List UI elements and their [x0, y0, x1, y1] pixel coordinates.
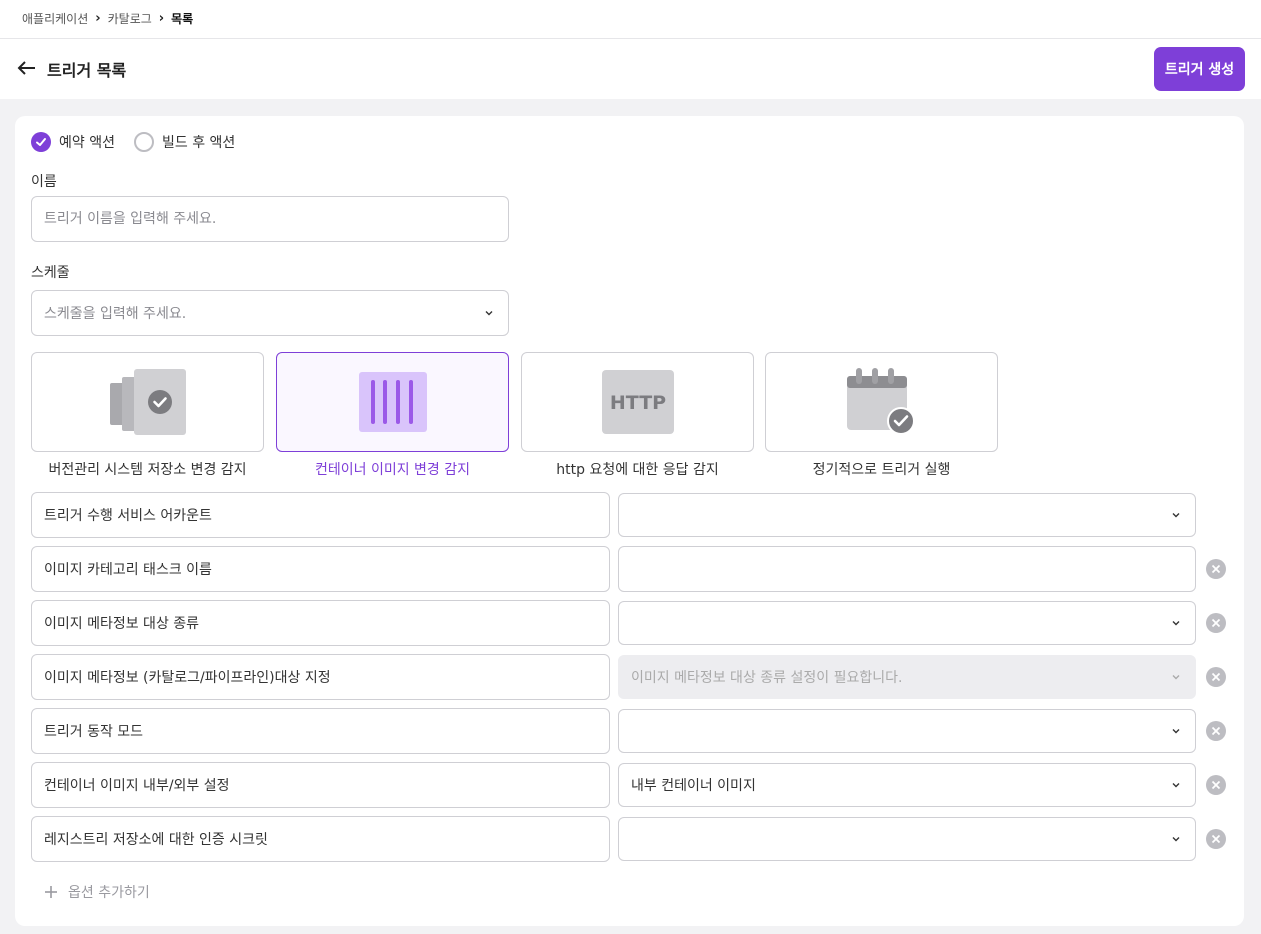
- chevron-down-icon: [1172, 621, 1180, 626]
- remove-option-icon[interactable]: [1206, 559, 1226, 579]
- option-label-trigger-mode: 트리거 동작 모드: [31, 708, 610, 754]
- remove-option-icon[interactable]: [1206, 613, 1226, 633]
- breadcrumb: 애플리케이션 › 카탈로그 › 목록: [22, 9, 193, 27]
- radio-checked-icon: [31, 132, 51, 152]
- option-label-registry-secret: 레지스트리 저장소에 대한 인증 시크릿: [31, 816, 610, 862]
- http-icon: HTTP: [601, 370, 674, 434]
- option-label-container-image-scope: 컨테이너 이미지 내부/외부 설정: [31, 762, 610, 808]
- radio-unchecked-icon: [134, 132, 154, 152]
- schedule-placeholder: 스케줄을 입력해 주세요.: [44, 306, 187, 322]
- trigger-name-input[interactable]: [31, 196, 509, 242]
- breadcrumb-current: 목록: [171, 11, 194, 26]
- radio-label: 예약 액션: [59, 135, 115, 151]
- remove-option-icon[interactable]: [1206, 829, 1226, 849]
- metadata-target-type-select[interactable]: [618, 601, 1196, 645]
- page-title: 트리거 목록: [47, 61, 127, 80]
- create-trigger-button[interactable]: 트리거 생성: [1154, 47, 1245, 91]
- category-task-name-input[interactable]: [618, 546, 1196, 592]
- trigger-mode-select[interactable]: [618, 709, 1196, 753]
- radio-scheduled-action[interactable]: 예약 액션: [31, 131, 115, 153]
- trigger-type-http[interactable]: HTTP: [521, 352, 754, 452]
- trigger-type-label: 정기적으로 트리거 실행: [812, 462, 951, 478]
- trigger-type-container-image[interactable]: [276, 352, 509, 452]
- schedule-label: 스케줄: [31, 265, 70, 281]
- radio-post-build-action[interactable]: 빌드 후 액션: [134, 131, 235, 153]
- header-divider: [0, 38, 1261, 39]
- repository-check-icon: [109, 369, 186, 435]
- plus-icon: [45, 886, 57, 898]
- option-label-metadata-target: 이미지 메타정보 (카탈로그/파이프라인)대상 지정: [31, 654, 610, 700]
- http-icon-text: HTTP: [609, 392, 665, 414]
- chevron-down-icon: [1172, 729, 1180, 734]
- chevron-right-icon: ›: [158, 10, 165, 26]
- option-label-metadata-target-type: 이미지 메타정보 대상 종류: [31, 600, 610, 646]
- trigger-type-label: 버전관리 시스템 저장소 변경 감지: [48, 462, 247, 478]
- chevron-down-icon: [1172, 837, 1180, 842]
- container-image-scope-value: 내부 컨테이너 이미지: [631, 778, 756, 794]
- remove-option-icon[interactable]: [1206, 775, 1226, 795]
- breadcrumb-item-catalog[interactable]: 카탈로그: [108, 10, 152, 27]
- chevron-down-icon: [485, 311, 493, 316]
- trigger-type-label: 컨테이너 이미지 변경 감지: [314, 462, 471, 478]
- chevron-down-icon: [1172, 675, 1180, 680]
- back-arrow-icon[interactable]: [17, 58, 37, 78]
- calendar-check-icon: [846, 368, 915, 435]
- trigger-type-label: http 요청에 대한 응답 감지: [556, 462, 719, 478]
- add-option-button[interactable]: 옵션 추가하기: [44, 882, 150, 902]
- container-image-scope-select[interactable]: 내부 컨테이너 이미지: [618, 763, 1196, 807]
- container-image-icon: [358, 372, 427, 432]
- top-bar: 애플리케이션 › 카탈로그 › 목록 트리거 목록 트리거 생성: [0, 0, 1261, 99]
- trigger-type-repository[interactable]: [31, 352, 264, 452]
- chevron-down-icon: [1172, 783, 1180, 788]
- radio-label: 빌드 후 액션: [162, 135, 236, 151]
- chevron-right-icon: ›: [95, 10, 101, 26]
- trigger-type-periodic[interactable]: [765, 352, 998, 452]
- remove-option-icon[interactable]: [1206, 667, 1226, 687]
- schedule-select[interactable]: 스케줄을 입력해 주세요.: [31, 290, 509, 336]
- metadata-target-disabled-text: 이미지 메타정보 대상 종류 설정이 필요합니다.: [631, 670, 903, 686]
- name-label: 이름: [31, 174, 57, 190]
- breadcrumb-item-applications[interactable]: 애플리케이션: [22, 10, 88, 27]
- remove-option-icon[interactable]: [1206, 721, 1226, 741]
- service-account-select[interactable]: [618, 493, 1196, 537]
- option-label-category-task-name: 이미지 카테고리 태스크 이름: [31, 546, 610, 592]
- chevron-down-icon: [1172, 513, 1180, 518]
- add-option-label: 옵션 추가하기: [68, 885, 150, 901]
- metadata-target-select: 이미지 메타정보 대상 종류 설정이 필요합니다.: [618, 655, 1196, 699]
- option-label-service-account: 트리거 수행 서비스 어카운트: [31, 492, 610, 538]
- registry-secret-select[interactable]: [618, 817, 1196, 861]
